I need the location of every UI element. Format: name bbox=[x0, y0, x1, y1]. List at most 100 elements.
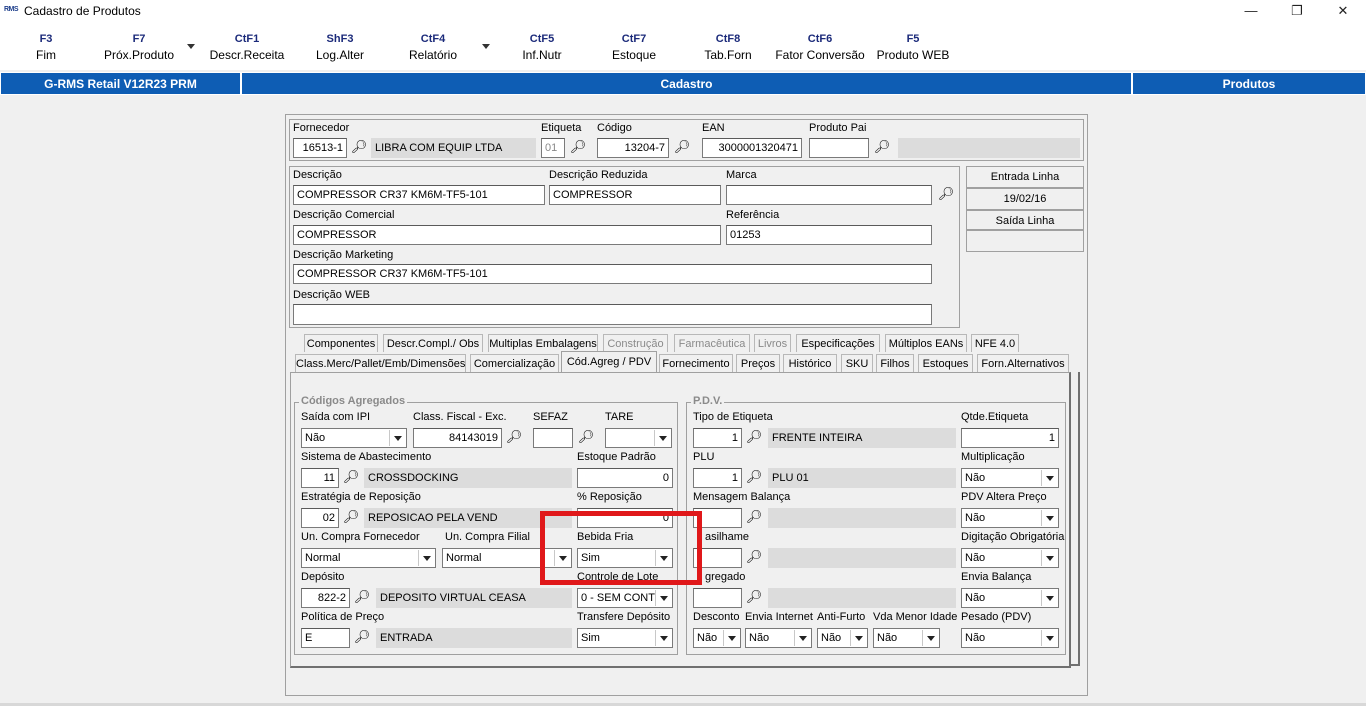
section-title: Cadastro bbox=[241, 72, 1132, 95]
tab-componentes[interactable]: Componentes bbox=[304, 334, 378, 352]
descricao-marketing-input[interactable]: COMPRESSOR CR37 KM6M-TF5-101 bbox=[293, 264, 932, 284]
tipo-etiqueta-code-input[interactable]: 1 bbox=[693, 428, 742, 448]
tare-select[interactable] bbox=[605, 428, 672, 448]
prox-produto-dropdown-icon[interactable] bbox=[187, 44, 195, 49]
anti-furto-select[interactable]: Não bbox=[817, 628, 868, 648]
mensagem-balanca-label: Mensagem Balança bbox=[693, 491, 791, 503]
binoculars-icon[interactable]: 🔎︎ bbox=[342, 468, 360, 486]
agregado-input[interactable] bbox=[693, 588, 742, 608]
binoculars-icon[interactable]: 🔎︎ bbox=[353, 588, 371, 606]
binoculars-icon[interactable]: 🔎︎ bbox=[937, 185, 955, 203]
codigo-input[interactable]: 13204-7 bbox=[597, 138, 669, 158]
sefaz-input[interactable] bbox=[533, 428, 573, 448]
vda-menor-idade-select[interactable]: Não bbox=[873, 628, 940, 648]
digitacao-obrigatoria-select[interactable]: Não bbox=[961, 548, 1059, 568]
ean-input[interactable]: 3000001320471 bbox=[702, 138, 802, 158]
tab-descr-compl-obs[interactable]: Descr.Compl./ Obs bbox=[383, 334, 483, 352]
envia-balanca-select[interactable]: Não bbox=[961, 588, 1059, 608]
desconto-select[interactable]: Não bbox=[693, 628, 741, 648]
shortcut-key: CtF4 bbox=[420, 33, 446, 45]
binoculars-icon[interactable]: 🔎︎ bbox=[745, 548, 763, 566]
relatorio-dropdown-icon[interactable] bbox=[482, 44, 490, 49]
etiqueta-input[interactable]: 01 bbox=[541, 138, 565, 158]
perc-reposicao-label: % Reposição bbox=[577, 491, 642, 503]
descricao-reduzida-input[interactable]: COMPRESSOR bbox=[549, 185, 721, 205]
toolbar-fator-conversao-button[interactable]: CtF6 Fator Conversão bbox=[772, 33, 868, 62]
binoculars-icon[interactable]: 🔎︎ bbox=[505, 428, 523, 446]
tab-comercializacao[interactable]: Comercialização bbox=[470, 354, 559, 372]
envia-internet-select[interactable]: Não bbox=[745, 628, 812, 648]
descricao-web-input[interactable] bbox=[293, 304, 932, 325]
qtde-etiqueta-input[interactable]: 1 bbox=[961, 428, 1059, 448]
binoculars-icon[interactable]: 🔎︎ bbox=[673, 138, 691, 156]
tipo-etiqueta-desc-field: FRENTE INTEIRA bbox=[768, 428, 956, 448]
vasilhame-label: asilhame bbox=[705, 531, 750, 543]
sistema-abast-label: Sistema de Abastecimento bbox=[301, 451, 432, 463]
toolbar-inf-nutr-button[interactable]: CtF5 Inf.Nutr bbox=[508, 33, 576, 62]
shortcut-key: F7 bbox=[132, 33, 146, 45]
multiplicacao-select[interactable]: Não bbox=[961, 468, 1059, 488]
toolbar-log-alter-button[interactable]: ShF3 Log.Alter bbox=[306, 33, 374, 62]
binoculars-icon[interactable]: 🔎︎ bbox=[873, 138, 891, 156]
tab-cod-agreg-pdv[interactable]: Cód.Agreg / PDV bbox=[561, 351, 657, 373]
descricao-comercial-input[interactable]: COMPRESSOR bbox=[293, 225, 721, 245]
binoculars-icon[interactable]: 🔎︎ bbox=[745, 428, 763, 446]
fornecedor-label: Fornecedor bbox=[293, 122, 350, 134]
tab-nfe-40[interactable]: NFE 4.0 bbox=[971, 334, 1019, 352]
deposito-code-input[interactable]: 822-2 bbox=[301, 588, 350, 608]
toolbar-label: Produto WEB bbox=[876, 48, 950, 62]
binoculars-icon[interactable]: 🔎︎ bbox=[353, 628, 371, 646]
tab-precos[interactable]: Preços bbox=[736, 354, 780, 372]
binoculars-icon[interactable]: 🔎︎ bbox=[342, 508, 360, 526]
toolbar-prox-produto-button[interactable]: F7 Próx.Produto bbox=[100, 33, 178, 62]
plu-code-input[interactable]: 1 bbox=[693, 468, 742, 488]
binoculars-icon[interactable]: 🔎︎ bbox=[569, 138, 587, 156]
class-fiscal-input[interactable]: 84143019 bbox=[413, 428, 502, 448]
tab-farmaceutica[interactable]: Farmacêutica bbox=[674, 334, 750, 352]
tab-fornecimento[interactable]: Fornecimento bbox=[659, 354, 733, 372]
estoque-padrao-input[interactable]: 0 bbox=[577, 468, 673, 488]
estrategia-code-input[interactable]: 02 bbox=[301, 508, 339, 528]
referencia-input[interactable]: 01253 bbox=[726, 225, 932, 245]
toolbar-tab-forn-button[interactable]: CtF8 Tab.Forn bbox=[693, 33, 763, 62]
tab-livros[interactable]: Livros bbox=[754, 334, 791, 352]
toolbar-produto-web-button[interactable]: F5 Produto WEB bbox=[873, 33, 953, 62]
politica-code-input[interactable]: E bbox=[301, 628, 350, 648]
transfere-label: Transfere Depósito bbox=[577, 611, 671, 623]
controle-lote-select[interactable]: 0 - SEM CONTR bbox=[577, 588, 673, 608]
toolbar-descr-receita-button[interactable]: CtF1 Descr.Receita bbox=[208, 33, 286, 62]
toolbar-relatorio-button[interactable]: CtF4 Relatório bbox=[398, 33, 468, 62]
binoculars-icon[interactable]: 🔎︎ bbox=[745, 508, 763, 526]
marca-input[interactable] bbox=[726, 185, 932, 205]
tab-historico[interactable]: Histórico bbox=[783, 354, 837, 372]
tab-class-merc[interactable]: Class.Merc/Pallet/Emb/Dimensões bbox=[295, 354, 466, 372]
tab-estoques[interactable]: Estoques bbox=[918, 354, 973, 372]
fornecedor-code-input[interactable]: 16513-1 bbox=[293, 138, 347, 158]
pdv-altera-preco-select[interactable]: Não bbox=[961, 508, 1059, 528]
produto-pai-input[interactable] bbox=[809, 138, 869, 158]
pesado-pdv-select[interactable]: Não bbox=[961, 628, 1059, 648]
sistema-abast-code-input[interactable]: 11 bbox=[301, 468, 339, 488]
minimize-button[interactable]: — bbox=[1228, 0, 1274, 24]
tab-especificacoes[interactable]: Especificações bbox=[796, 334, 880, 352]
tab-multiplas-embalagens[interactable]: Multiplas Embalagens bbox=[488, 334, 598, 352]
toolbar-fim-button[interactable]: F3 Fim bbox=[20, 33, 72, 62]
binoculars-icon[interactable]: 🔎︎ bbox=[745, 588, 763, 606]
close-button[interactable]: ✕ bbox=[1320, 0, 1366, 24]
tab-filhos[interactable]: Filhos bbox=[876, 354, 914, 372]
descricao-input[interactable]: COMPRESSOR CR37 KM6M-TF5-101 bbox=[293, 185, 545, 205]
chevron-down-icon bbox=[922, 630, 938, 646]
un-compra-forn-select[interactable]: Normal bbox=[301, 548, 436, 568]
binoculars-icon[interactable]: 🔎︎ bbox=[350, 138, 368, 156]
toolbar-estoque-button[interactable]: CtF7 Estoque bbox=[600, 33, 668, 62]
tab-sku[interactable]: SKU bbox=[841, 354, 873, 372]
binoculars-icon[interactable]: 🔎︎ bbox=[577, 428, 595, 446]
tab-forn-alternativos[interactable]: Forn.Alternativos bbox=[977, 354, 1069, 372]
binoculars-icon[interactable]: 🔎︎ bbox=[745, 468, 763, 486]
transfere-select[interactable]: Sim bbox=[577, 628, 673, 648]
class-fiscal-label: Class. Fiscal - Exc. bbox=[413, 411, 507, 423]
tab-multiplos-eans[interactable]: Múltiplos EANs bbox=[885, 334, 967, 352]
restore-button[interactable]: ❐ bbox=[1274, 0, 1320, 24]
saida-ipi-select[interactable]: Não bbox=[301, 428, 407, 448]
tab-construcao[interactable]: Construção bbox=[603, 334, 668, 352]
